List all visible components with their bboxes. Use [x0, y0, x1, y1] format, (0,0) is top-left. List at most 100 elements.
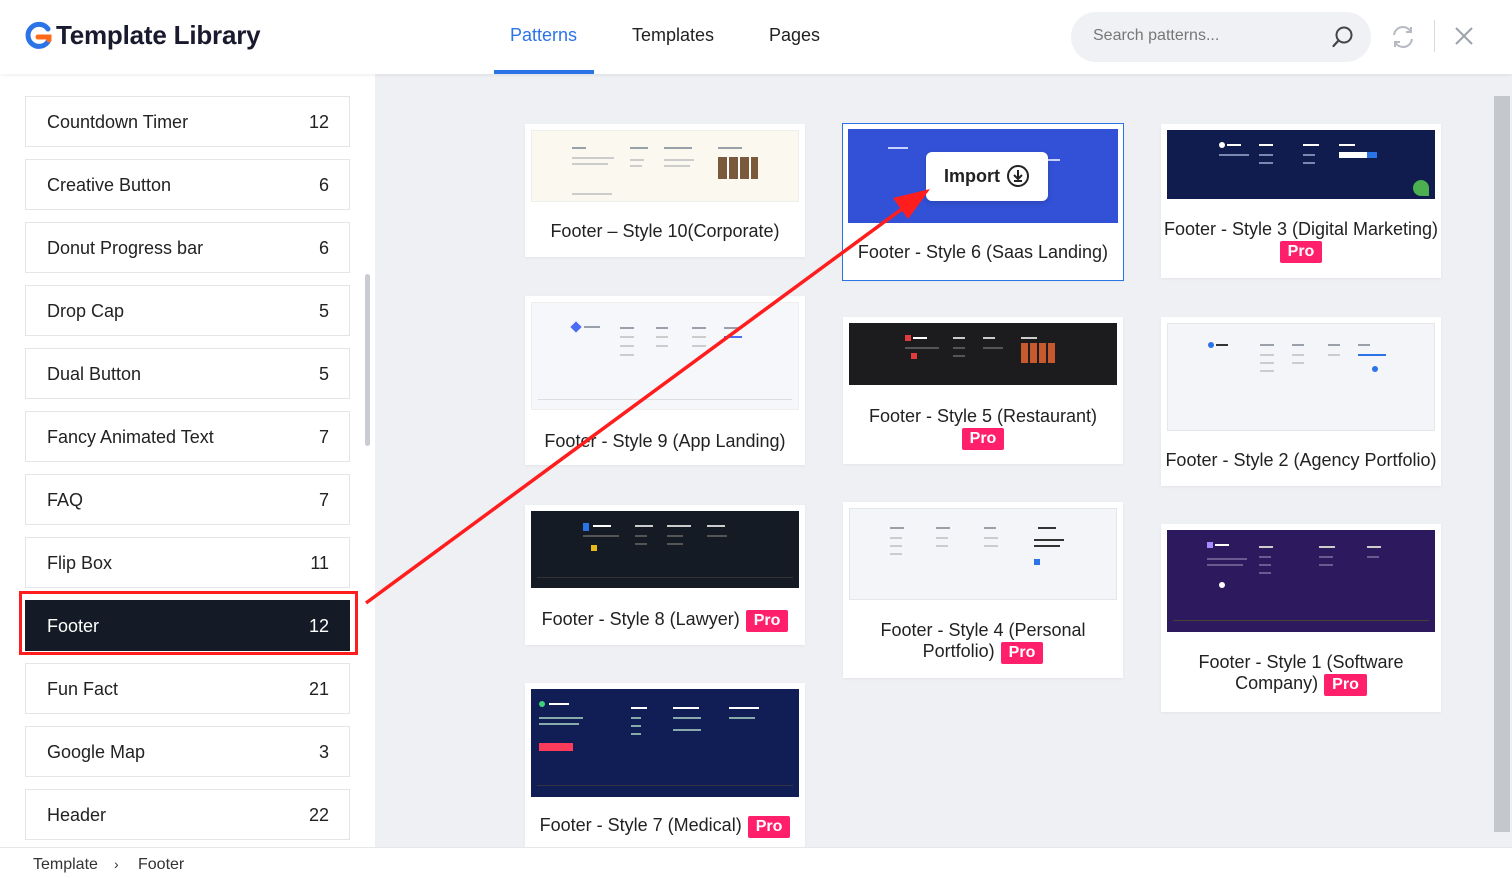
pattern-card-footer-style-10[interactable]: Footer – Style 10(Corporate) — [525, 124, 805, 257]
pattern-thumbnail — [1167, 530, 1435, 632]
category-count: 7 — [318, 427, 329, 447]
category-item-google-map[interactable]: Google Map 3 — [25, 726, 350, 777]
pattern-thumbnail — [531, 689, 799, 797]
pro-badge: Pro — [745, 610, 789, 632]
category-label: Google Map — [47, 742, 146, 762]
pattern-title: Footer – Style 10(Corporate) — [550, 221, 780, 241]
pro-badge: Pro — [1324, 674, 1367, 696]
category-label: Donut Progress bar — [47, 238, 204, 258]
category-item-drop-cap[interactable]: Drop Cap 5 — [25, 285, 350, 336]
pattern-title: Footer - Style 9 (App Landing) — [544, 431, 786, 451]
category-label: Fun Fact — [47, 679, 119, 699]
top-bar: Template Library Patterns Templates Page… — [0, 0, 1512, 74]
category-item-faq[interactable]: FAQ 7 — [25, 474, 350, 525]
pattern-card-footer-style-2[interactable]: Footer - Style 2 (Agency Portfolio) — [1161, 317, 1441, 486]
category-sidebar: Countdown Timer 12 Creative Button 6 Don… — [0, 74, 375, 847]
category-count: 12 — [308, 112, 329, 132]
pattern-title: Footer - Style 4 (Personal Portfolio) Pro — [843, 620, 1123, 664]
breadcrumb: Template › Footer — [0, 847, 1512, 878]
close-icon[interactable] — [1453, 25, 1475, 47]
pattern-title: Footer - Style 5 (Restaurant) Pro — [843, 406, 1123, 450]
pattern-card-footer-style-1[interactable]: Footer - Style 1 (Software Company) Pro — [1161, 524, 1441, 712]
sidebar-scrollbar[interactable] — [365, 274, 370, 446]
category-count: 5 — [318, 301, 329, 321]
breadcrumb-root[interactable]: Template — [33, 856, 98, 874]
pro-badge: Pro — [747, 816, 791, 838]
import-label: Import — [944, 166, 1000, 186]
pattern-thumbnail — [531, 130, 799, 202]
category-label: FAQ — [47, 490, 84, 510]
header-divider — [1434, 20, 1435, 52]
category-label: Fancy Animated Text — [47, 427, 214, 447]
pattern-title: Footer - Style 6 (Saas Landing) — [857, 242, 1109, 262]
pattern-title-text: Footer - Style 8 (Lawyer) — [541, 609, 740, 629]
pattern-card-footer-style-3[interactable]: Footer - Style 3 (Digital Marketing) Pro — [1161, 124, 1441, 278]
pattern-card-footer-style-6[interactable]: Import Footer - Style 6 (Saas Landing) — [842, 123, 1124, 281]
pro-badge: Pro — [961, 428, 1005, 450]
category-count: 6 — [318, 175, 329, 195]
category-count: 6 — [318, 238, 329, 258]
active-tab-indicator — [494, 70, 594, 74]
category-count: 5 — [318, 364, 329, 384]
pattern-title-text: Footer - Style 7 (Medical) — [539, 815, 742, 835]
search-box[interactable] — [1071, 12, 1371, 62]
search-icon[interactable] — [1331, 25, 1355, 49]
pattern-thumbnail — [531, 511, 799, 588]
pattern-card-footer-style-9[interactable]: Footer - Style 9 (App Landing) — [525, 296, 805, 465]
annotation-highlight-box — [19, 591, 358, 655]
category-label: Dual Button — [47, 364, 142, 384]
pattern-title-line1: Footer - Style 4 (Personal — [880, 620, 1086, 640]
category-item-header[interactable]: Header 22 — [25, 789, 350, 840]
search-input[interactable] — [1093, 27, 1333, 45]
pattern-title-text: Footer - Style 3 (Digital Marketing) — [1163, 219, 1439, 239]
pattern-grid: Footer – Style 10(Corporate) Footer - St… — [375, 74, 1512, 847]
category-item-donut-progress-bar[interactable]: Donut Progress bar 6 — [25, 222, 350, 273]
download-icon — [1007, 165, 1029, 187]
category-label: Creative Button — [47, 175, 172, 195]
pattern-thumbnail — [849, 323, 1117, 385]
category-item-fancy-animated-text[interactable]: Fancy Animated Text 7 — [25, 411, 350, 462]
grid-scrollbar[interactable] — [1494, 96, 1510, 832]
category-count: 21 — [308, 679, 329, 699]
category-label: Countdown Timer — [47, 112, 189, 132]
app-title: Template Library — [56, 20, 261, 50]
pattern-title: Footer - Style 8 (Lawyer) Pro — [525, 609, 805, 632]
tab-pages[interactable]: Pages — [769, 25, 820, 46]
pattern-title: Footer - Style 3 (Digital Marketing) Pro — [1161, 219, 1441, 263]
category-count: 22 — [308, 805, 329, 825]
category-item-creative-button[interactable]: Creative Button 6 — [25, 159, 350, 210]
pro-badge: Pro — [1000, 642, 1044, 664]
breadcrumb-current: Footer — [138, 856, 185, 873]
category-item-fun-fact[interactable]: Fun Fact 21 — [25, 663, 350, 714]
pattern-thumbnail — [531, 302, 799, 410]
tab-patterns[interactable]: Patterns — [510, 25, 577, 46]
sync-icon[interactable] — [1390, 24, 1416, 50]
pattern-thumbnail — [849, 508, 1117, 600]
pattern-title: Footer - Style 7 (Medical) Pro — [525, 815, 805, 838]
pattern-card-footer-style-7[interactable]: Footer - Style 7 (Medical) Pro — [525, 683, 805, 847]
pattern-title-line1: Footer - Style 1 (Software — [1198, 652, 1404, 672]
pattern-title-line2: Portfolio) — [922, 641, 995, 661]
category-count: 11 — [310, 553, 329, 573]
pattern-card-footer-style-4[interactable]: Footer - Style 4 (Personal Portfolio) Pro — [843, 502, 1123, 678]
tab-templates[interactable]: Templates — [632, 25, 714, 46]
pattern-title: Footer - Style 2 (Agency Portfolio) — [1165, 450, 1437, 470]
category-item-countdown-timer[interactable]: Countdown Timer 12 — [25, 96, 350, 147]
logo-icon — [25, 21, 52, 49]
pattern-title-line2: Company) — [1235, 673, 1319, 693]
breadcrumb-separator-icon: › — [114, 856, 119, 872]
category-label: Flip Box — [47, 553, 113, 573]
pattern-thumbnail — [1167, 323, 1435, 431]
pattern-title: Footer - Style 1 (Software Company) Pro — [1161, 652, 1441, 696]
pattern-card-footer-style-5[interactable]: Footer - Style 5 (Restaurant) Pro — [843, 317, 1123, 464]
category-item-flip-box[interactable]: Flip Box 11 — [25, 537, 350, 588]
pattern-card-footer-style-8[interactable]: Footer - Style 8 (Lawyer) Pro — [525, 505, 805, 645]
category-label: Drop Cap — [47, 301, 125, 321]
category-count: 7 — [318, 490, 329, 510]
pattern-thumbnail: Import — [848, 129, 1118, 223]
category-item-dual-button[interactable]: Dual Button 5 — [25, 348, 350, 399]
pattern-title-text: Footer - Style 5 (Restaurant) — [868, 406, 1098, 426]
pattern-thumbnail — [1167, 130, 1435, 199]
pro-badge: Pro — [1279, 241, 1323, 263]
import-button[interactable]: Import — [926, 152, 1048, 201]
